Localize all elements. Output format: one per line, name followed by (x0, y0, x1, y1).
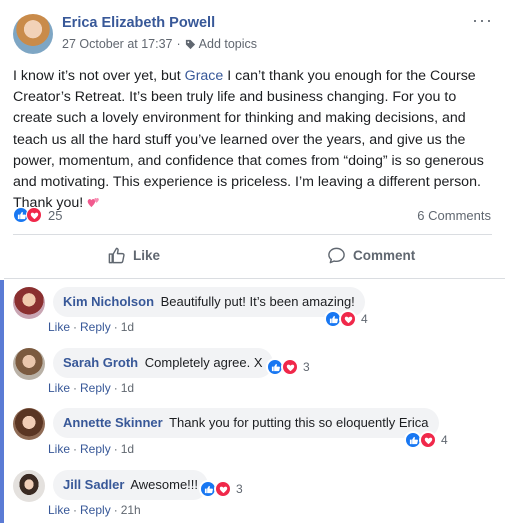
comment-bubble: Kim Nicholson Beautifully put! It’s been… (53, 287, 365, 317)
comment-reply-link[interactable]: Reply (80, 442, 111, 456)
heart-icon (214, 480, 232, 498)
add-topics-link[interactable]: Add topics (199, 37, 257, 51)
comment-actions: Like · Reply · 1d (48, 320, 135, 334)
comment-time[interactable]: 1d (121, 320, 134, 334)
comment-text: Beautifully put! It’s been amazing! (160, 294, 355, 309)
comment-actions: Like · Reply · 21h (48, 503, 141, 517)
comment-reply-link[interactable]: Reply (80, 381, 111, 395)
post-card: Erica Elizabeth Powell 27 October at 17:… (0, 0, 505, 523)
post-text-after: I can’t thank you enough for the Course … (13, 68, 484, 212)
speech-bubble-icon (328, 247, 345, 264)
heart-icon (339, 310, 357, 328)
post-meta: 27 October at 17:37 · Add topics (62, 37, 257, 51)
comment-actions: Like · Reply · 1d (48, 442, 135, 456)
comment-reply-link[interactable]: Reply (80, 320, 111, 334)
comment-bubble: Sarah Groth Completely agree. X (53, 348, 273, 378)
comment-time[interactable]: 21h (121, 503, 141, 517)
comment-reactions[interactable]: 4 (404, 431, 448, 449)
comment-time[interactable]: 1d (121, 381, 134, 395)
commenter-name[interactable]: Jill Sadler (63, 477, 124, 492)
mention-link[interactable]: Grace (185, 68, 224, 84)
commenter-name[interactable]: Sarah Groth (63, 355, 138, 370)
comment-reply-link[interactable]: Reply (80, 503, 111, 517)
meta-separator: · (176, 37, 181, 51)
reaction-count: 25 (48, 207, 63, 223)
actions-divider (4, 278, 505, 279)
comment-reaction-count: 3 (303, 360, 310, 374)
comment-text: Thank you for putting this so eloquently… (169, 415, 429, 430)
commenter-name[interactable]: Annette Skinner (63, 415, 163, 430)
comment-button-label: Comment (353, 248, 416, 263)
comment-bubble: Jill Sadler Awesome!!! (53, 470, 209, 500)
comment-reaction-count: 4 (361, 312, 368, 326)
avatar[interactable] (13, 408, 45, 440)
commenter-name[interactable]: Kim Nicholson (63, 294, 154, 309)
comment-reaction-count: 4 (441, 433, 448, 447)
comments-section: Kim Nicholson Beautifully put! It’s been… (0, 280, 505, 523)
comment-button[interactable]: Comment (327, 246, 415, 265)
comment-reaction-count: 3 (236, 482, 243, 496)
comment-text: Completely agree. X (144, 355, 263, 370)
tag-icon[interactable] (185, 39, 196, 50)
comment-reactions[interactable]: 3 (266, 358, 310, 376)
comment-like-link[interactable]: Like (48, 503, 70, 517)
post-text-before: I know it’s not over yet, but (13, 68, 185, 84)
comment-bubble: Annette Skinner Thank you for putting th… (53, 408, 439, 438)
avatar[interactable] (13, 470, 45, 502)
comment-actions: Like · Reply · 1d (48, 381, 135, 395)
more-options-icon[interactable]: ··· (472, 11, 493, 29)
comments-count-link[interactable]: 6 Comments (417, 208, 491, 223)
like-button[interactable]: Like (107, 246, 160, 265)
comment-like-link[interactable]: Like (48, 442, 70, 456)
author-name[interactable]: Erica Elizabeth Powell (62, 15, 215, 31)
heart-icon (26, 207, 42, 223)
post-text: I know it’s not over yet, but Grace I ca… (13, 66, 495, 214)
comment-like-link[interactable]: Like (48, 381, 70, 395)
comments-rail (0, 280, 4, 523)
two-hearts-emoji (87, 198, 99, 208)
reactions-summary[interactable]: 25 (13, 207, 62, 223)
like-button-label: Like (133, 248, 161, 263)
heart-icon (419, 431, 437, 449)
comment-reactions[interactable]: 4 (324, 310, 368, 328)
heart-icon (281, 358, 299, 376)
post-timestamp[interactable]: 27 October at 17:37 (62, 37, 173, 51)
thumbs-up-icon (108, 247, 125, 264)
comment-reactions[interactable]: 3 (199, 480, 243, 498)
author-avatar[interactable] (13, 14, 53, 54)
avatar[interactable] (13, 287, 45, 319)
comment-text: Awesome!!! (130, 477, 199, 492)
reactions-divider (13, 234, 492, 235)
comment-like-link[interactable]: Like (48, 320, 70, 334)
avatar[interactable] (13, 348, 45, 380)
comment-time[interactable]: 1d (121, 442, 134, 456)
